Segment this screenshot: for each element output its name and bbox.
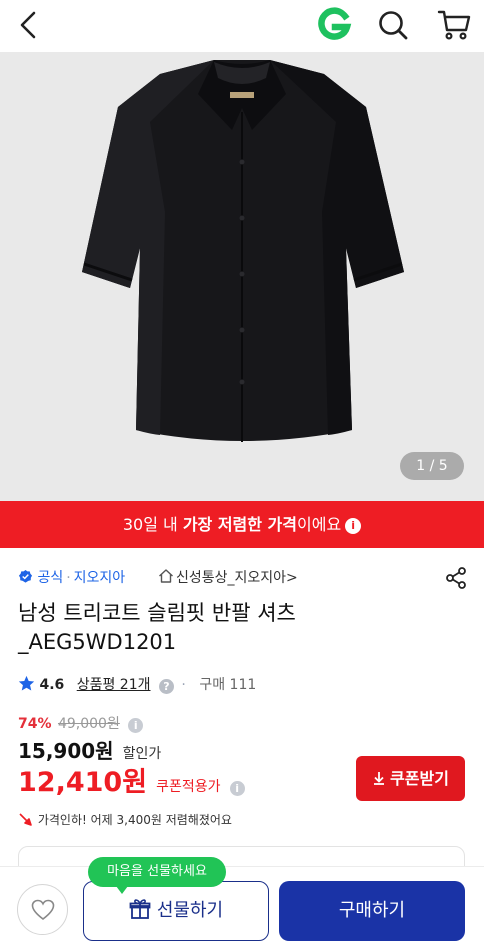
get-coupon-button[interactable]: 쿠폰받기 [356, 756, 465, 801]
home-icon [159, 569, 173, 583]
heart-icon [31, 899, 55, 921]
official-badge-icon [18, 569, 33, 583]
info-icon[interactable]: i [345, 518, 362, 534]
review-count-link[interactable]: 상품평 21개 [77, 677, 151, 693]
coupon-price-row: 12,410원 쿠폰적용가 i [18, 765, 245, 801]
image-counter: 1 / 5 [400, 452, 464, 480]
rating-value: 4.6 [39, 677, 65, 693]
question-icon[interactable]: ? [158, 679, 174, 694]
sale-price-row: 15,900원 할인가 [18, 737, 161, 765]
product-title: 남성 트리코트 슬림핏 반팔 셔츠_AEG5WD1201 [18, 601, 296, 654]
brand-link[interactable]: 지오지아 [74, 570, 126, 586]
store-chevron: > [286, 570, 298, 586]
gift-button[interactable]: 선물하기 [83, 881, 269, 941]
separator-dot: · [181, 677, 186, 693]
cart-icon [437, 10, 471, 40]
gift-tooltip: 마음을 선물하세요 [88, 857, 226, 894]
price-drop-note: 가격인하! 어제 3,400원 저렴해졌어요 [18, 810, 232, 830]
gift-button-label: 선물하기 [156, 900, 224, 921]
wishlist-button[interactable] [17, 884, 68, 935]
buy-button[interactable]: 구매하기 [279, 881, 465, 941]
search-button[interactable] [376, 8, 410, 42]
separator-dot: · [66, 570, 71, 586]
store-link[interactable]: 신성통상_지오지아> [158, 566, 298, 590]
top-header [0, 0, 484, 52]
official-label: 공식 [37, 570, 64, 586]
rating-row: 4.6 상품평 21개 ? · 구매 111 [18, 674, 256, 696]
coupon-price: 12,410원 [18, 767, 148, 798]
store-name: 신성통상_지오지아 [176, 570, 287, 586]
product-image-shirt [82, 60, 404, 442]
star-icon [18, 675, 35, 691]
sale-price-label: 할인가 [122, 746, 162, 762]
share-icon [446, 567, 466, 589]
info-icon[interactable]: i [229, 781, 245, 796]
purchase-count: 구매 111 [199, 677, 257, 693]
download-icon [374, 772, 385, 785]
original-price-row: 74% 49,000원 i [18, 714, 144, 734]
chevron-left-icon [20, 11, 36, 39]
price-down-arrow-icon [19, 813, 32, 826]
sale-price: 15,900원 [18, 739, 114, 763]
back-button[interactable] [12, 8, 46, 42]
price-drop-text: 가격인하! 어제 3,400원 저렴해졌어요 [37, 813, 232, 827]
promo-suffix: 이에요 [297, 515, 342, 534]
get-coupon-label: 쿠폰받기 [390, 769, 449, 788]
cart-button[interactable] [436, 6, 472, 42]
promo-highlight: 가장 저렴한 가격 [182, 515, 297, 534]
promo-prefix: 30일 내 [122, 515, 183, 534]
original-price: 49,000원 [57, 716, 120, 732]
coupon-price-label: 쿠폰적용가 [156, 779, 221, 795]
product-image-gallery[interactable]: 1 / 5 [0, 52, 484, 501]
lowest-price-banner[interactable]: 30일 내 가장 저렴한 가격이에요 i [0, 501, 484, 548]
seller-row: 공식 · 지오지아 신성통상_지오지아> [18, 566, 468, 590]
share-button[interactable] [444, 566, 468, 590]
gmarket-logo[interactable] [316, 7, 352, 43]
g-logo-icon [318, 7, 352, 40]
bottom-action-bar: 선물하기 구매하기 [0, 866, 484, 947]
gift-icon [129, 899, 151, 919]
discount-rate: 74% [18, 716, 52, 732]
search-icon [379, 11, 408, 40]
info-icon[interactable]: i [128, 718, 144, 733]
